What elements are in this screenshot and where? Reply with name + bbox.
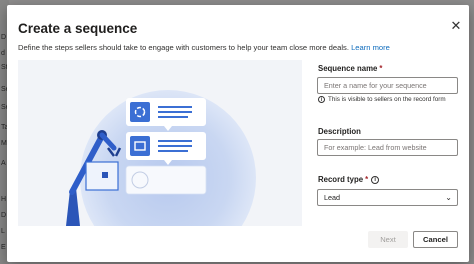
sequence-name-label: Sequence name * [318, 64, 382, 73]
sequence-name-hint: i This is visible to sellers on the reco… [318, 96, 446, 103]
description-input[interactable] [317, 139, 458, 156]
info-icon[interactable]: i [371, 175, 380, 184]
sequence-illustration [18, 60, 302, 226]
cancel-button[interactable]: Cancel [413, 231, 458, 248]
illustration-svg [66, 90, 256, 226]
description-text: Define the steps sellers should take to … [18, 43, 349, 52]
record-type-label-text: Record type [318, 175, 364, 184]
sequence-name-input[interactable] [317, 77, 458, 94]
dialog-description: Define the steps sellers should take to … [18, 43, 464, 52]
record-type-label: Record type * i [318, 175, 380, 184]
next-button[interactable]: Next [368, 231, 408, 248]
info-icon: i [318, 96, 325, 103]
chevron-down-icon: ⌄ [445, 193, 452, 202]
card-box-mark [102, 172, 108, 178]
required-mark: * [365, 175, 369, 184]
sequence-name-label-text: Sequence name [318, 64, 378, 73]
close-icon[interactable]: ✕ [449, 19, 463, 33]
step-card-3 [125, 165, 207, 195]
hint-text: This is visible to sellers on the record… [328, 96, 446, 103]
learn-more-link[interactable]: Learn more [351, 43, 390, 52]
record-type-select[interactable]: Lead ⌄ [317, 189, 458, 206]
record-type-value: Lead [324, 193, 340, 202]
create-sequence-dialog: Create a sequence ✕ Define the steps sel… [7, 5, 469, 262]
required-mark: * [379, 64, 383, 73]
dialog-title: Create a sequence [18, 21, 138, 36]
description-label: Description [318, 127, 361, 136]
